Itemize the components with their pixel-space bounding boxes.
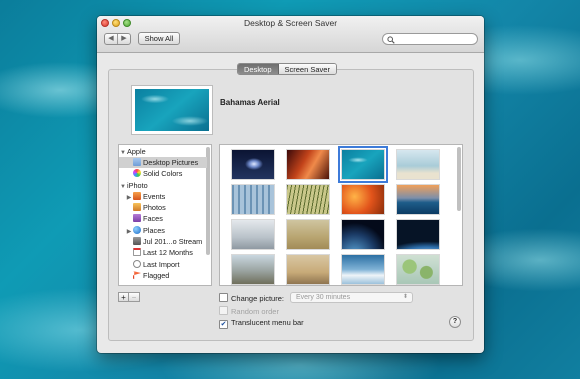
thumbnail-zebras[interactable]: [287, 255, 329, 284]
sidebar-item-label: Places: [143, 226, 165, 235]
window-title: Desktop & Screen Saver: [243, 18, 338, 28]
sidebar-item-label: Last Import: [143, 260, 180, 269]
thumbnail-ice-water[interactable]: [342, 255, 384, 284]
preferences-window: Desktop & Screen Saver ◀ ▶ Show All Desk…: [97, 16, 484, 353]
translucent-menu-bar-label: Translucent menu bar: [231, 318, 304, 327]
sidebar-item-last-import[interactable]: Last Import: [119, 259, 211, 270]
sidebar-item-solid-colors[interactable]: Solid Colors: [119, 168, 211, 179]
search-input[interactable]: [396, 34, 474, 44]
color-wheel-icon: [133, 169, 141, 177]
show-all-button[interactable]: Show All: [138, 32, 180, 45]
thumbnail-planet-moon[interactable]: [342, 220, 384, 249]
tab-bar: Desktop Screen Saver: [237, 63, 337, 75]
interval-value: Every 30 minutes: [296, 294, 351, 301]
sidebar-item-iphoto[interactable]: ▼iPhoto: [119, 180, 207, 191]
help-button[interactable]: ?: [449, 316, 461, 328]
popup-arrows-icon: ⬍: [402, 294, 408, 300]
photo-stream-icon: [133, 237, 141, 245]
sidebar-item-label: Events: [143, 192, 166, 201]
preview-image: [135, 89, 209, 131]
sidebar-item-last-12-months[interactable]: Last 12 Months: [119, 247, 211, 258]
thumbnail-grass[interactable]: [287, 185, 329, 214]
random-order-label: Random order: [231, 307, 279, 316]
thumbnail-elephant[interactable]: [232, 255, 274, 284]
sidebar-item-label: Last 12 Months: [143, 248, 193, 257]
sidebar-item-label: Apple: [127, 147, 146, 156]
sidebar-item-events[interactable]: ▶ Events: [119, 191, 211, 202]
thumbnail-galaxy[interactable]: [232, 150, 274, 179]
remove-folder-button[interactable]: −: [129, 292, 140, 302]
thumbnail-foggy-forest[interactable]: [232, 185, 274, 214]
tab-screen-saver[interactable]: Screen Saver: [278, 64, 336, 74]
title-bar: Desktop & Screen Saver ◀ ▶ Show All: [97, 16, 484, 53]
thumbnail-beach-sky[interactable]: [397, 150, 439, 179]
sidebar-item-photo-stream[interactable]: Jul 201...o Stream: [119, 236, 211, 247]
back-button[interactable]: ◀: [105, 34, 118, 44]
translucent-menu-bar-checkbox[interactable]: ✔: [219, 320, 228, 329]
source-list: ▼Apple Desktop Pictures Solid Colors ▼iP…: [118, 144, 212, 286]
back-forward-control: ◀ ▶: [104, 33, 131, 45]
events-icon: [133, 192, 141, 200]
sidebar-item-label: Desktop Pictures: [143, 158, 199, 167]
thumbnail-ocean-horizon[interactable]: [397, 185, 439, 214]
forward-button[interactable]: ▶: [118, 34, 130, 44]
sidebar-item-label: Faces: [143, 214, 163, 223]
clock-icon: [133, 260, 141, 268]
change-picture-label: Change picture:: [231, 294, 284, 303]
random-order-option[interactable]: Random order: [219, 306, 279, 316]
translucent-menu-bar-option[interactable]: ✔ Translucent menu bar: [219, 318, 304, 329]
sidebar-item-flagged[interactable]: Flagged: [119, 270, 211, 281]
thumbnail-autumn-leaves[interactable]: [342, 185, 384, 214]
sidebar-item-photos[interactable]: Photos: [119, 202, 211, 213]
thumbnail-earth-horizon[interactable]: [397, 220, 439, 249]
search-icon: [387, 35, 395, 44]
thumbnail-bird-dusk[interactable]: [287, 220, 329, 249]
flag-icon: [133, 271, 141, 279]
sidebar-item-label: Jul 201...o Stream: [143, 237, 203, 246]
random-order-checkbox[interactable]: [219, 306, 228, 315]
sidebar-item-faces[interactable]: Faces: [119, 213, 211, 224]
folder-icon: [133, 158, 141, 166]
interval-popup[interactable]: Every 30 minutes ⬍: [290, 292, 413, 303]
sidebar-item-label: iPhoto: [127, 181, 148, 190]
preview-title: Bahamas Aerial: [220, 98, 280, 107]
thumbnail-lily-pads[interactable]: [397, 255, 439, 284]
change-picture-option[interactable]: Change picture:: [219, 293, 284, 303]
grid-scrollbar[interactable]: [457, 147, 461, 211]
faces-icon: [133, 214, 141, 222]
sidebar-item-places[interactable]: ▶ Places: [119, 225, 211, 236]
tab-desktop[interactable]: Desktop: [238, 64, 279, 74]
sidebar-item-label: Photos: [143, 203, 166, 212]
photos-icon: [133, 203, 141, 211]
add-remove-control: + −: [118, 292, 140, 302]
sidebar-item-desktop-pictures[interactable]: Desktop Pictures: [119, 157, 207, 168]
sidebar-item-apple[interactable]: ▼Apple: [119, 146, 207, 157]
thumbnail-bahamas-aerial[interactable]: [338, 146, 388, 183]
change-picture-checkbox[interactable]: [219, 293, 228, 302]
wallpaper-grid: [219, 144, 463, 286]
add-folder-button[interactable]: +: [118, 292, 129, 302]
desktop-preview: [131, 85, 213, 135]
search-field[interactable]: [382, 33, 478, 45]
calendar-icon: [133, 248, 141, 256]
thumbnail-misty-trees[interactable]: [232, 220, 274, 249]
sidebar-item-label: Flagged: [143, 271, 170, 280]
thumbnail-red-rock[interactable]: [287, 150, 329, 179]
globe-icon: [133, 226, 141, 234]
sidebar-item-label: Solid Colors: [143, 169, 183, 178]
